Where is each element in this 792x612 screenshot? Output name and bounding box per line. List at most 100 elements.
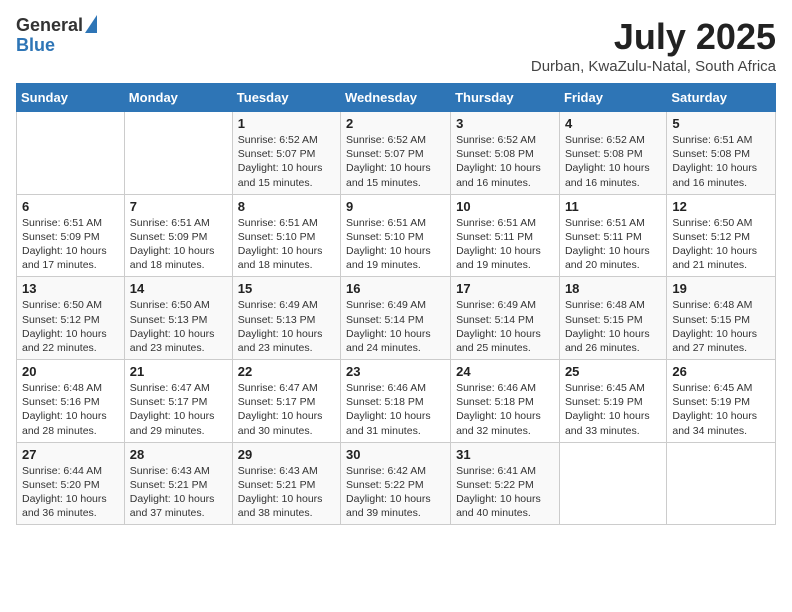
day-info: Sunrise: 6:51 AM Sunset: 5:11 PM Dayligh… — [565, 216, 661, 273]
calendar-body: 1Sunrise: 6:52 AM Sunset: 5:07 PM Daylig… — [17, 112, 776, 525]
day-number: 23 — [346, 364, 445, 379]
calendar-cell — [17, 112, 125, 195]
day-info: Sunrise: 6:51 AM Sunset: 5:10 PM Dayligh… — [346, 216, 445, 273]
calendar-cell: 16 Sunrise: 6:49 AM Sunset: 5:14 PM Dayli… — [341, 277, 451, 360]
day-number: 27 — [22, 447, 119, 462]
day-number: 18 — [565, 281, 661, 296]
calendar-week-row: 20 Sunrise: 6:48 AM Sunset: 5:16 PM Dayli… — [17, 360, 776, 443]
calendar-cell: 28Sunrise: 6:43 AM Sunset: 5:21 PM Dayli… — [124, 442, 232, 525]
day-header-monday: Monday — [124, 84, 232, 112]
day-header-friday: Friday — [559, 84, 666, 112]
calendar-cell: 2Sunrise: 6:52 AM Sunset: 5:07 PM Daylig… — [341, 112, 451, 195]
calendar-week-row: 27Sunrise: 6:44 AM Sunset: 5:20 PM Dayli… — [17, 442, 776, 525]
day-number: 4 — [565, 116, 661, 131]
header: General Blue July 2025 Durban, KwaZulu-N… — [16, 16, 776, 75]
day-number: 7 — [130, 199, 227, 214]
day-number: 2 — [346, 116, 445, 131]
calendar-cell: 19Sunrise: 6:48 AM Sunset: 5:15 PM Dayli… — [667, 277, 776, 360]
day-number: 15 — [238, 281, 335, 296]
day-header-tuesday: Tuesday — [232, 84, 340, 112]
day-info: Sunrise: 6:50 AM Sunset: 5:12 PM Dayligh… — [22, 298, 119, 355]
calendar-cell: 1Sunrise: 6:52 AM Sunset: 5:07 PM Daylig… — [232, 112, 340, 195]
day-header-thursday: Thursday — [451, 84, 560, 112]
calendar-header: SundayMondayTuesdayWednesdayThursdayFrid… — [17, 84, 776, 112]
day-number: 5 — [672, 116, 770, 131]
day-info: Sunrise: 6:49 AM Sunset: 5:13 PM Dayligh… — [238, 298, 335, 355]
day-number: 17 — [456, 281, 554, 296]
calendar-cell: 4 Sunrise: 6:52 AM Sunset: 5:08 PM Daylig… — [559, 112, 666, 195]
day-info: Sunrise: 6:45 AM Sunset: 5:19 PM Dayligh… — [565, 381, 661, 438]
calendar-cell: 14Sunrise: 6:50 AM Sunset: 5:13 PM Dayli… — [124, 277, 232, 360]
day-info: Sunrise: 6:46 AM Sunset: 5:18 PM Dayligh… — [456, 381, 554, 438]
day-info: Sunrise: 6:46 AM Sunset: 5:18 PM Dayligh… — [346, 381, 445, 438]
day-info: Sunrise: 6:47 AM Sunset: 5:17 PM Dayligh… — [130, 381, 227, 438]
calendar-cell: 20 Sunrise: 6:48 AM Sunset: 5:16 PM Dayli… — [17, 360, 125, 443]
day-number: 22 — [238, 364, 335, 379]
calendar-cell: 24 Sunrise: 6:46 AM Sunset: 5:18 PM Dayli… — [451, 360, 560, 443]
day-number: 6 — [22, 199, 119, 214]
calendar-week-row: 13Sunrise: 6:50 AM Sunset: 5:12 PM Dayli… — [17, 277, 776, 360]
calendar-cell: 11Sunrise: 6:51 AM Sunset: 5:11 PM Dayli… — [559, 194, 666, 277]
day-number: 31 — [456, 447, 554, 462]
calendar-cell: 30 Sunrise: 6:42 AM Sunset: 5:22 PM Dayli… — [341, 442, 451, 525]
day-info: Sunrise: 6:49 AM Sunset: 5:14 PM Dayligh… — [456, 298, 554, 355]
day-number: 16 — [346, 281, 445, 296]
day-info: Sunrise: 6:48 AM Sunset: 5:16 PM Dayligh… — [22, 381, 119, 438]
logo-general-text: General — [16, 16, 83, 36]
day-number: 24 — [456, 364, 554, 379]
calendar-cell: 6 Sunrise: 6:51 AM Sunset: 5:09 PM Daylig… — [17, 194, 125, 277]
calendar-cell: 26 Sunrise: 6:45 AM Sunset: 5:19 PM Dayli… — [667, 360, 776, 443]
calendar-cell: 13Sunrise: 6:50 AM Sunset: 5:12 PM Dayli… — [17, 277, 125, 360]
day-info: Sunrise: 6:51 AM Sunset: 5:10 PM Dayligh… — [238, 216, 335, 273]
calendar-cell: 7 Sunrise: 6:51 AM Sunset: 5:09 PM Daylig… — [124, 194, 232, 277]
day-info: Sunrise: 6:51 AM Sunset: 5:11 PM Dayligh… — [456, 216, 554, 273]
calendar-week-row: 1Sunrise: 6:52 AM Sunset: 5:07 PM Daylig… — [17, 112, 776, 195]
day-info: Sunrise: 6:52 AM Sunset: 5:08 PM Dayligh… — [565, 133, 661, 190]
calendar-cell: 29Sunrise: 6:43 AM Sunset: 5:21 PM Dayli… — [232, 442, 340, 525]
day-header-sunday: Sunday — [17, 84, 125, 112]
day-number: 20 — [22, 364, 119, 379]
day-info: Sunrise: 6:50 AM Sunset: 5:12 PM Dayligh… — [672, 216, 770, 273]
calendar-week-row: 6 Sunrise: 6:51 AM Sunset: 5:09 PM Daylig… — [17, 194, 776, 277]
day-info: Sunrise: 6:43 AM Sunset: 5:21 PM Dayligh… — [130, 464, 227, 521]
main-title: July 2025 — [531, 16, 776, 58]
days-header-row: SundayMondayTuesdayWednesdayThursdayFrid… — [17, 84, 776, 112]
calendar-table: SundayMondayTuesdayWednesdayThursdayFrid… — [16, 83, 776, 525]
logo: General Blue — [16, 16, 97, 56]
day-number: 26 — [672, 364, 770, 379]
day-info: Sunrise: 6:52 AM Sunset: 5:07 PM Dayligh… — [238, 133, 335, 190]
calendar-cell: 15 Sunrise: 6:49 AM Sunset: 5:13 PM Dayli… — [232, 277, 340, 360]
day-info: Sunrise: 6:51 AM Sunset: 5:09 PM Dayligh… — [22, 216, 119, 273]
day-number: 12 — [672, 199, 770, 214]
calendar-cell: 31Sunrise: 6:41 AM Sunset: 5:22 PM Dayli… — [451, 442, 560, 525]
day-info: Sunrise: 6:45 AM Sunset: 5:19 PM Dayligh… — [672, 381, 770, 438]
calendar-cell: 5 Sunrise: 6:51 AM Sunset: 5:08 PM Daylig… — [667, 112, 776, 195]
title-block: July 2025 Durban, KwaZulu-Natal, South A… — [531, 16, 776, 75]
calendar-cell — [559, 442, 666, 525]
calendar-cell: 22Sunrise: 6:47 AM Sunset: 5:17 PM Dayli… — [232, 360, 340, 443]
calendar-cell: 9Sunrise: 6:51 AM Sunset: 5:10 PM Daylig… — [341, 194, 451, 277]
calendar-cell: 18 Sunrise: 6:48 AM Sunset: 5:15 PM Dayli… — [559, 277, 666, 360]
day-info: Sunrise: 6:49 AM Sunset: 5:14 PM Dayligh… — [346, 298, 445, 355]
day-number: 3 — [456, 116, 554, 131]
day-number: 8 — [238, 199, 335, 214]
calendar-cell: 21Sunrise: 6:47 AM Sunset: 5:17 PM Dayli… — [124, 360, 232, 443]
calendar-cell: 10 Sunrise: 6:51 AM Sunset: 5:11 PM Dayli… — [451, 194, 560, 277]
day-number: 14 — [130, 281, 227, 296]
day-info: Sunrise: 6:48 AM Sunset: 5:15 PM Dayligh… — [672, 298, 770, 355]
day-info: Sunrise: 6:51 AM Sunset: 5:09 PM Dayligh… — [130, 216, 227, 273]
day-header-saturday: Saturday — [667, 84, 776, 112]
day-info: Sunrise: 6:51 AM Sunset: 5:08 PM Dayligh… — [672, 133, 770, 190]
calendar-cell: 3 Sunrise: 6:52 AM Sunset: 5:08 PM Daylig… — [451, 112, 560, 195]
calendar-cell: 23 Sunrise: 6:46 AM Sunset: 5:18 PM Dayli… — [341, 360, 451, 443]
logo-triangle-icon — [85, 15, 97, 33]
calendar-cell: 27Sunrise: 6:44 AM Sunset: 5:20 PM Dayli… — [17, 442, 125, 525]
logo-blue-text: Blue — [16, 36, 55, 56]
day-number: 30 — [346, 447, 445, 462]
day-info: Sunrise: 6:52 AM Sunset: 5:08 PM Dayligh… — [456, 133, 554, 190]
day-number: 10 — [456, 199, 554, 214]
calendar-cell: 12 Sunrise: 6:50 AM Sunset: 5:12 PM Dayli… — [667, 194, 776, 277]
day-info: Sunrise: 6:48 AM Sunset: 5:15 PM Dayligh… — [565, 298, 661, 355]
calendar-cell — [124, 112, 232, 195]
day-info: Sunrise: 6:42 AM Sunset: 5:22 PM Dayligh… — [346, 464, 445, 521]
